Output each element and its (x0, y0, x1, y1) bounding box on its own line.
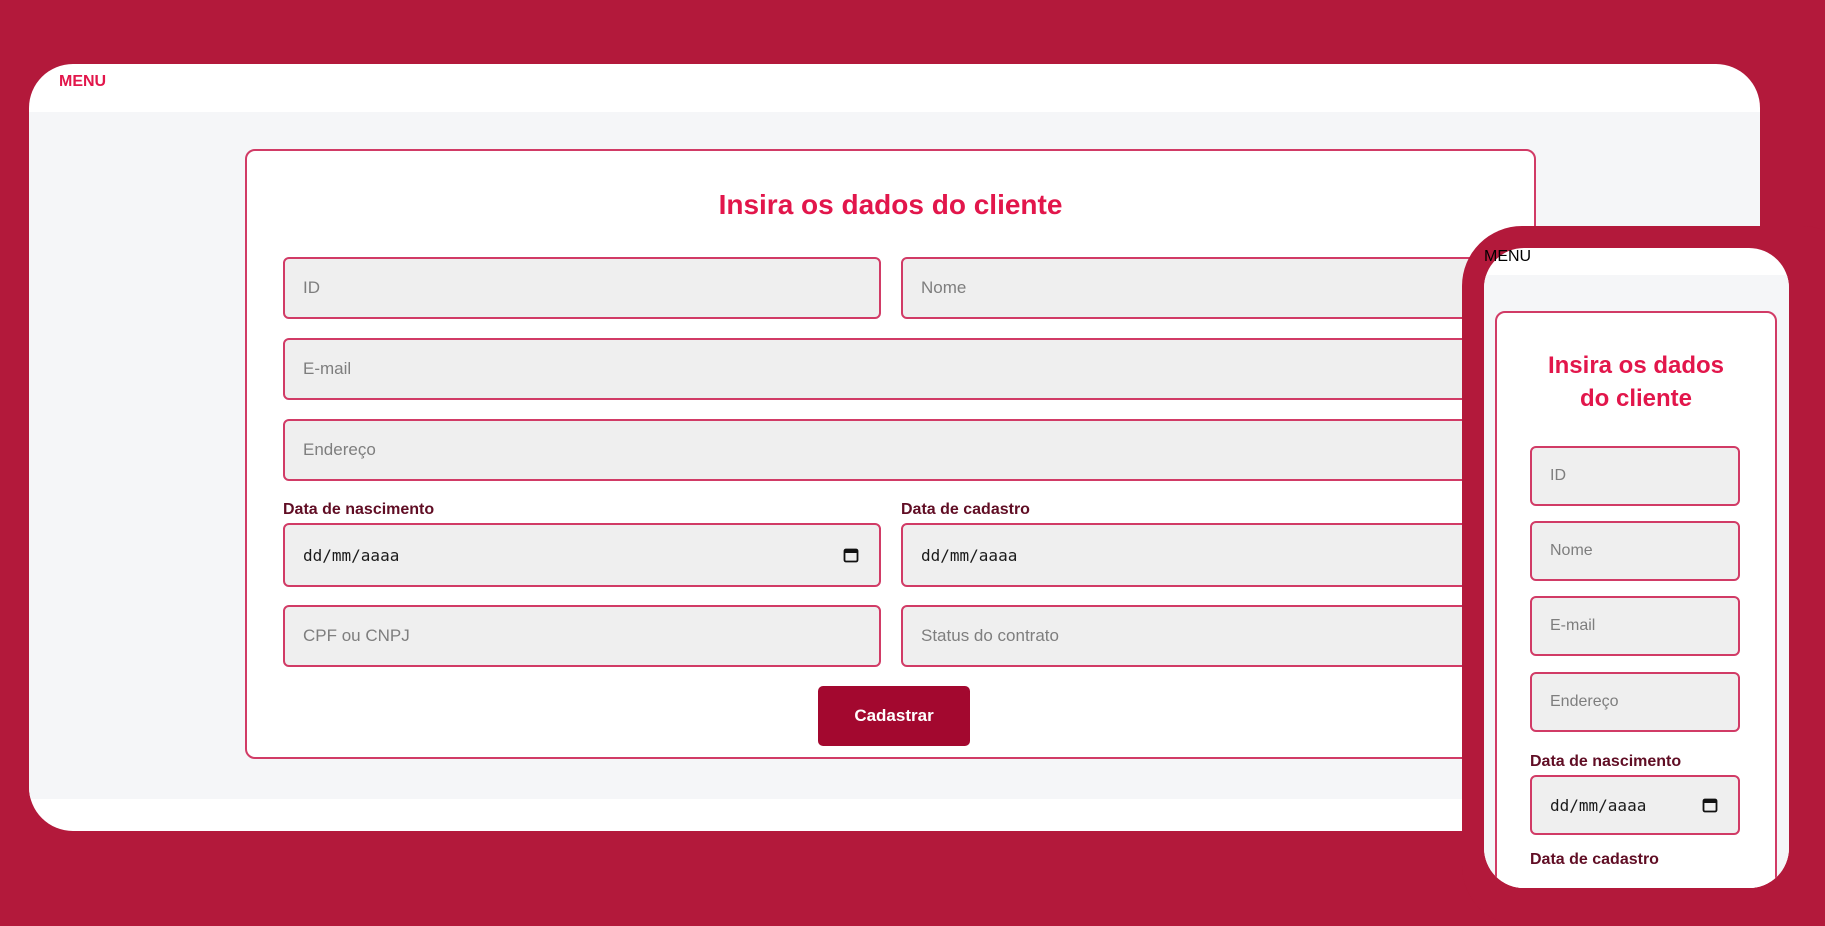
mobile-form-title-line2: do cliente (1579, 385, 1693, 412)
form-title: Insira os dados do cliente (718, 189, 1063, 220)
nascimento-label: Data de nascimento (283, 501, 435, 518)
nome-input[interactable]: Nome (901, 257, 1499, 319)
nascimento-date-value: dd/mm/aaaa (303, 545, 400, 565)
mobile-nascimento-label: Data de nascimento (1530, 753, 1682, 770)
nascimento-date-input[interactable]: dd/mm/aaaa (283, 523, 881, 587)
calendar-icon[interactable] (843, 547, 859, 563)
mobile-nome-input[interactable]: Nome (1530, 521, 1740, 581)
cpf-cnpj-input[interactable]: CPF ou CNPJ (283, 605, 881, 667)
cadastro-date-input[interactable]: dd/mm/aaaa (901, 523, 1499, 587)
mobile-menu-button[interactable]: MENU (1484, 248, 1531, 266)
mobile-id-input[interactable]: ID (1530, 446, 1740, 506)
mobile-form-card: Insira os dados do cliente ID Nome E-mai… (1495, 311, 1777, 888)
email-input[interactable]: E-mail (283, 338, 1499, 400)
mobile-cadastro-label: Data de cadastro (1530, 851, 1659, 868)
status-contrato-input[interactable]: Status do contrato (901, 605, 1499, 667)
menu-button[interactable]: MENU (59, 73, 106, 91)
mobile-nascimento-date-value: dd/mm/aaaa (1550, 795, 1647, 815)
mobile-nascimento-date-input[interactable]: dd/mm/aaaa (1530, 775, 1740, 835)
mobile-form-title: Insira os dados do cliente (1497, 349, 1775, 415)
cadastro-label: Data de cadastro (901, 501, 1030, 518)
mobile-email-input[interactable]: E-mail (1530, 596, 1740, 656)
client-form-card: Insira os dados do cliente ID Nome E-mai… (245, 149, 1536, 759)
cadastro-date-value: dd/mm/aaaa (921, 545, 1018, 565)
calendar-icon[interactable] (1702, 797, 1718, 813)
id-input[interactable]: ID (283, 257, 881, 319)
endereco-input[interactable]: Endereço (283, 419, 1499, 481)
mobile-form-title-line1: Insira os dados (1547, 352, 1725, 379)
mobile-content: Insira os dados do cliente ID Nome E-mai… (1484, 275, 1789, 888)
cadastrar-button[interactable]: Cadastrar (818, 686, 970, 746)
mobile-endereco-input[interactable]: Endereço (1530, 672, 1740, 732)
phone-screen: Insira os dados do cliente ID Nome E-mai… (1484, 248, 1789, 888)
